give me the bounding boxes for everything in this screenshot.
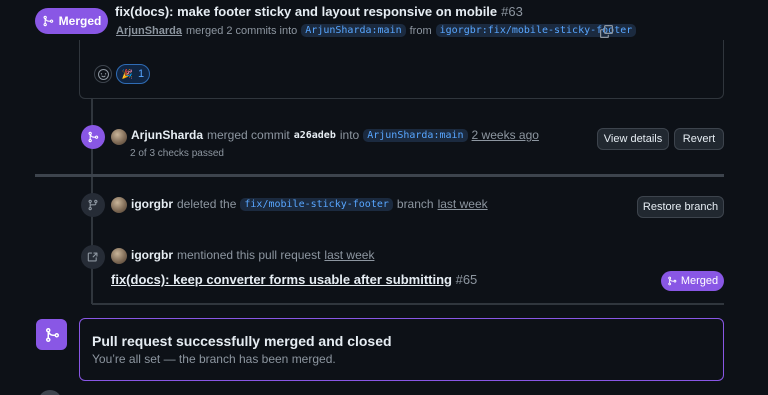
reaction-hooray[interactable]: 🎉 1 [116,64,150,84]
mention-time[interactable]: last week [324,248,374,262]
merged-panel [79,318,724,381]
avatar[interactable] [111,197,127,213]
avatar[interactable] [111,248,127,264]
avatar[interactable] [111,129,127,145]
status-label: Merged [58,14,102,28]
referenced-pr-status-label: Merged [680,275,719,287]
timeline-separator [35,174,724,177]
add-reaction-button[interactable] [94,65,112,83]
status-badge: Merged [35,8,108,34]
git-merge-icon [668,276,677,286]
referenced-pr-status: Merged [661,271,724,291]
revert-button[interactable]: Revert [674,128,724,150]
base-branch[interactable]: ArjunSharda:main [301,24,406,37]
pr-subtitle: ArjunSharda merged 2 commits into ArjunS… [116,24,637,37]
cross-reference-icon [87,252,98,262]
comment-box [79,40,724,99]
mention-action: mentioned this pull request [177,248,321,262]
hooray-emoji: 🎉 [121,68,134,79]
referenced-pr-number[interactable]: #65 [456,272,478,287]
into-text: into [339,128,360,142]
merged-panel-description: You’re all set — the branch has been mer… [92,352,336,366]
deleted-branch[interactable]: fix/mobile-sticky-footer [240,197,393,211]
delete-event-badge [81,193,105,217]
copy-icon[interactable] [600,25,613,38]
mention-event-text: igorgbr mentioned this pull request last… [131,248,374,262]
pr-author-link[interactable]: ArjunSharda [116,25,182,37]
from-text: from [409,24,432,37]
merged-panel-icon [36,319,67,350]
mention-author[interactable]: igorgbr [131,248,173,262]
referenced-pr[interactable]: fix(docs): keep converter forms usable a… [111,272,477,287]
smiley-icon [97,68,109,80]
merge-event-text: ArjunSharda merged commit a26adeb into A… [131,128,539,142]
commit-sha[interactable]: a26adeb [294,130,336,141]
avatar [38,390,62,395]
delete-event-text: igorgbr deleted the fix/mobile-sticky-fo… [131,197,488,211]
mention-event-badge [81,245,105,269]
pr-title-text: fix(docs): make footer sticky and layout… [115,4,498,19]
referenced-pr-title[interactable]: fix(docs): keep converter forms usable a… [111,272,452,287]
pr-title: fix(docs): make footer sticky and layout… [115,4,523,19]
git-merge-icon [45,327,59,342]
delete-time[interactable]: last week [438,197,488,211]
git-merge-icon [43,15,53,27]
checks-status[interactable]: 2 of 3 checks passed [130,148,224,159]
pr-number: #63 [501,4,523,19]
reaction-count: 1 [138,68,145,80]
merge-author[interactable]: ArjunSharda [131,128,203,142]
merged-text: merged 2 commits into [186,24,298,37]
git-merge-icon [88,131,99,143]
merged-panel-title: Pull request successfully merged and clo… [92,333,392,349]
branch-word: branch [396,197,434,211]
delete-action: deleted the [177,197,237,211]
view-details-button[interactable]: View details [597,128,669,150]
git-branch-icon [88,199,98,211]
merge-action: merged commit [207,128,290,142]
merge-time[interactable]: 2 weeks ago [472,128,539,142]
timeline-end-line [92,303,724,305]
merge-event-badge [81,125,105,149]
delete-author[interactable]: igorgbr [131,197,173,211]
restore-branch-button[interactable]: Restore branch [637,196,724,218]
merge-branch[interactable]: ArjunSharda:main [363,128,468,142]
